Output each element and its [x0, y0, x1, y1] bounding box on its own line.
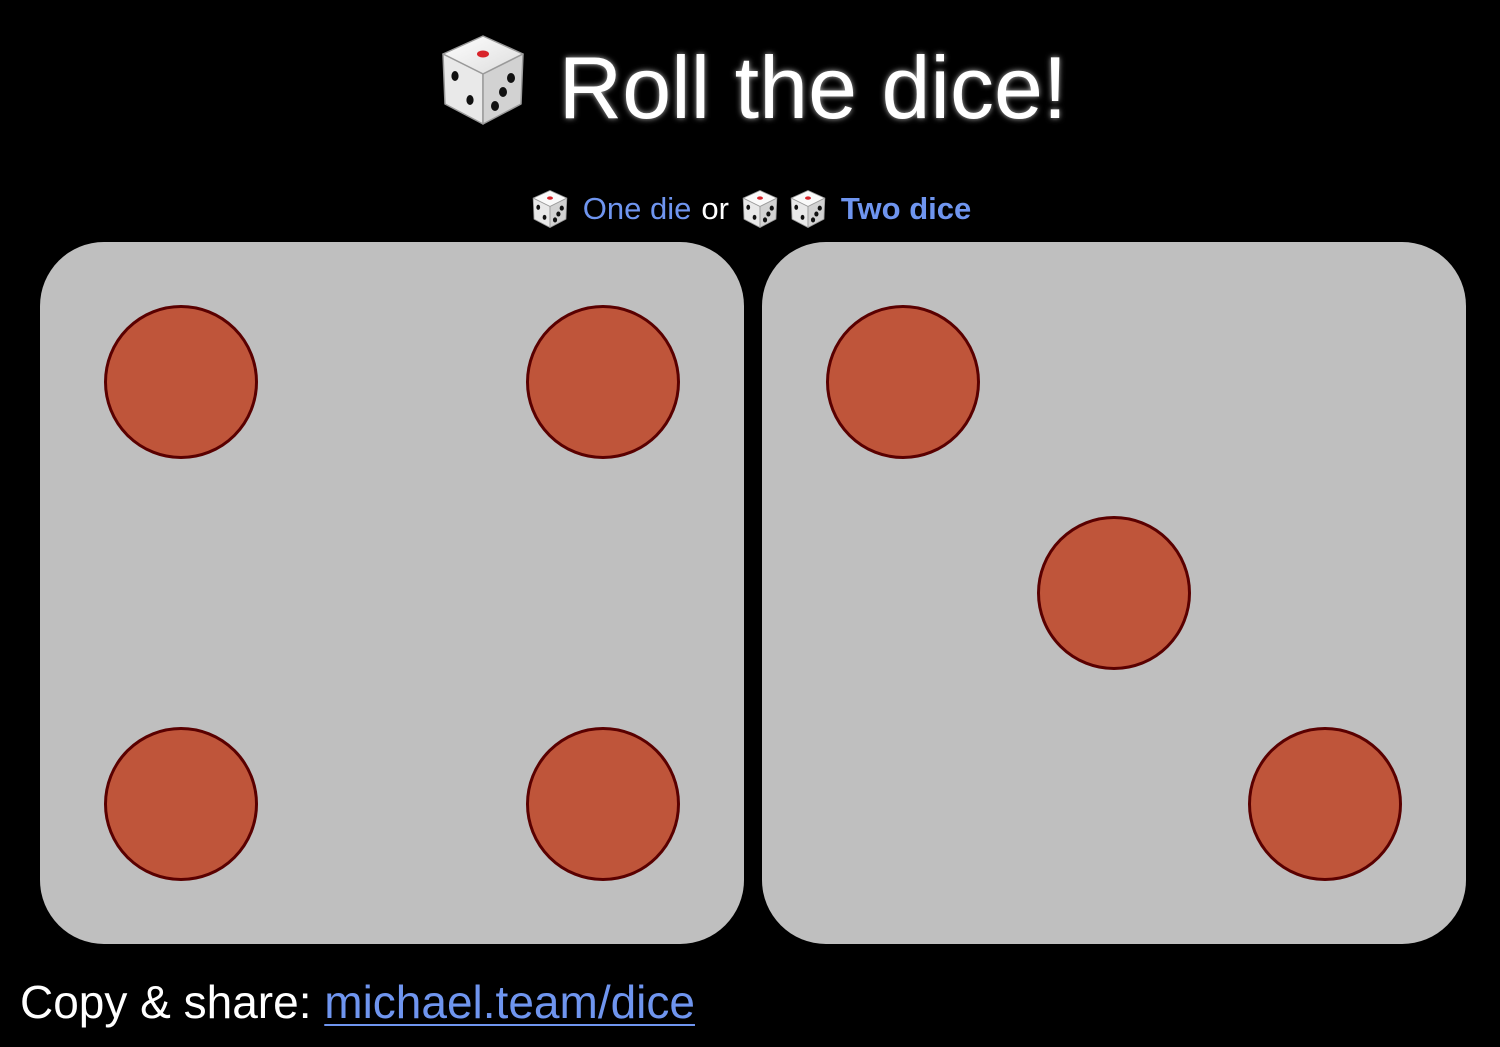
two-dice-icon-1 [742, 190, 778, 228]
share-link[interactable]: michael.team/dice [324, 976, 695, 1028]
die-pip [526, 305, 681, 460]
die-pip [103, 305, 258, 460]
mode-separator: or [701, 191, 729, 226]
die-pip [526, 726, 681, 881]
title-text: Roll the dice! [558, 38, 1068, 137]
share-footer: Copy & share: michael.team/dice [20, 972, 695, 1032]
one-die-link[interactable]: One die [583, 191, 692, 226]
two-dice-icon-2 [790, 190, 826, 228]
die-pip [825, 305, 980, 460]
die-pip [103, 726, 258, 881]
dice-app: Roll the dice! One die or Two dice Copy … [0, 0, 1500, 1047]
mode-selector: One die or Two dice [0, 184, 1500, 234]
share-label: Copy & share: [20, 976, 312, 1028]
die-1[interactable] [40, 242, 744, 944]
die-emoji-icon [441, 35, 524, 125]
die-pip [1248, 726, 1403, 881]
page-title: Roll the dice! [0, 28, 1500, 148]
two-dice-link[interactable]: Two dice [841, 191, 971, 226]
die-pip [1037, 516, 1191, 670]
one-die-icon [532, 190, 567, 228]
die-2[interactable] [762, 242, 1466, 944]
